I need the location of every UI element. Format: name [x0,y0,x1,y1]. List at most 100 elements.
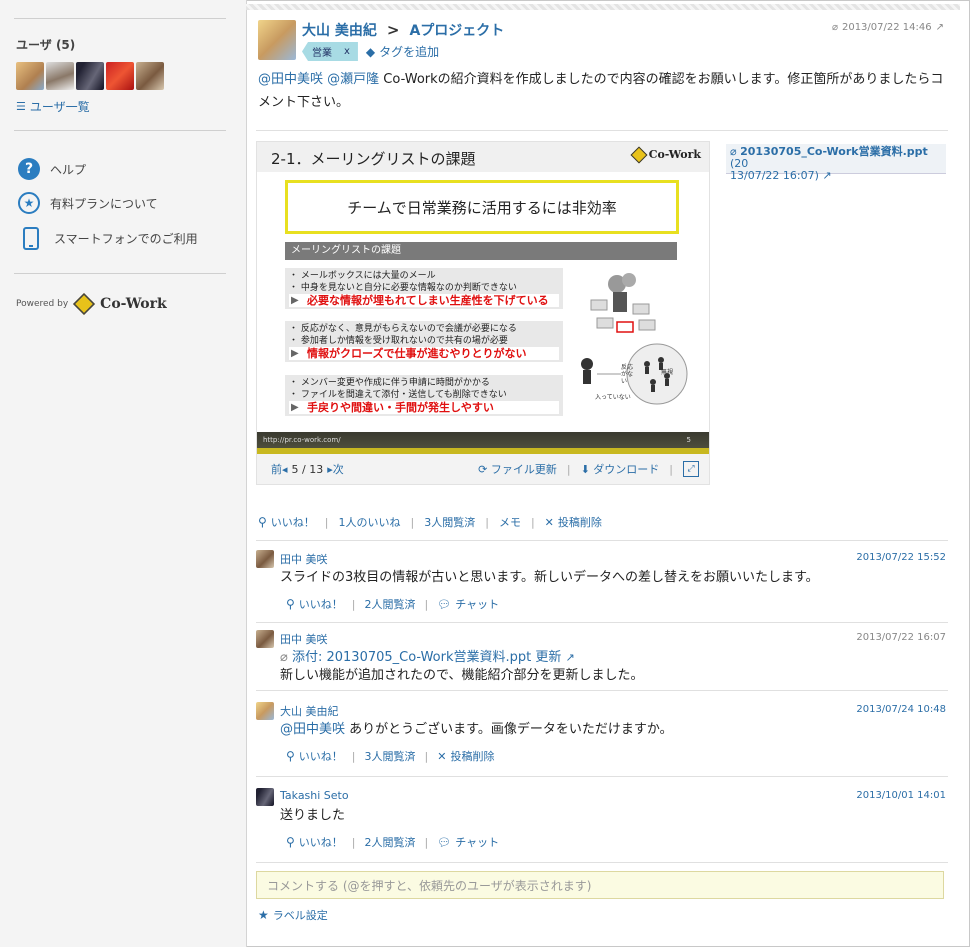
next-label: 次 [332,463,344,476]
comment-author[interactable]: 大山 美由紀 [280,703,339,719]
attachment-label: 添付: 20130705_Co-Work営業資料.ppt 更新 [291,650,562,665]
slide-image[interactable]: 2-1．メーリングリストの課題 Co-Work チームで日常業務に活用するには非… [257,142,709,454]
project-name[interactable]: Aプロジェクト [409,20,504,40]
file-update-label: ファイル更新 [490,463,557,476]
delete-post-button[interactable]: ✕ 投稿削除 [437,748,494,764]
delete-label: 投稿削除 [557,516,602,529]
avatar[interactable] [256,702,274,720]
slide-alert: 必要な情報が埋もれてしまい生産性を下げている [289,294,559,307]
slide-alert: 手戻りや間違い・手間が発生しやすい [289,401,559,414]
comment-date: 2013/07/22 16:07 [856,632,946,643]
comment-text: スライドの3枚目の情報が古いと思います。新しいデータへの差し替えをお願いいたしま… [280,570,819,585]
like-button[interactable]: ⚲ いいね！ [258,514,315,530]
triangle-left-icon: ◂ [282,463,288,476]
like-count-link[interactable]: 1人のいいね [339,514,401,530]
arrow-separator: > [386,21,400,39]
author-name[interactable]: 大山 美由紀 [302,20,377,40]
like-button[interactable]: ⚲ いいね！ [286,834,343,850]
sidebar-item-label: 有料プランについて [50,196,158,211]
tag-row: 営業 x ◆ タグを追加 [302,42,439,61]
separator: | [424,597,429,611]
read-count-link[interactable]: 3人閲覧済 [365,748,416,764]
user-list-link[interactable]: ☰ ユーザ一覧 [16,98,90,115]
slide-logo: Co-Work [630,146,701,163]
comment-author[interactable]: 田中 美咲 [280,551,328,567]
fullscreen-icon[interactable]: ⤢ [683,461,699,477]
slide-footer-page: 5 [686,436,691,444]
separator: | [530,515,535,529]
avatar[interactable] [256,550,274,568]
mention[interactable]: @田中美咲 [280,722,345,737]
like-button[interactable]: ⚲ いいね！ [286,596,343,612]
avatar[interactable] [106,62,134,90]
sidebar-item-help[interactable]: ? ヘルプ [18,158,86,180]
powered-by-label: Powered by [16,299,69,309]
sidebar-item-smartphone[interactable]: スマートフォンでのご利用 [18,227,198,250]
comment-actions: ⚲ いいね！ | 2人閲覧済 | 💬︎ チャット [286,596,499,612]
slide-block: ・ 反応がなく、意見がもらえないので会議が必要になる ・ 参加者しか情報を受け取… [285,321,563,362]
avatar[interactable] [16,62,44,90]
download-icon: ⬇ [580,463,590,476]
post-date-text: 2013/07/22 14:46 [841,22,932,33]
divider [14,273,226,274]
chat-label: チャット [455,598,500,611]
comment-input[interactable]: コメントする (@を押すと、依頼先のユーザが表示されます) [256,871,944,899]
separator: | [566,462,571,476]
co-work-logo-icon [630,146,648,163]
external-link-icon[interactable]: ↗ [936,22,944,33]
delete-post-button[interactable]: ✕ 投稿削除 [545,514,602,530]
tag-label: 営業 [312,48,332,59]
file-update-button[interactable]: ⟳ ファイル更新 [478,461,557,477]
like-button[interactable]: ⚲ いいね！ [286,748,343,764]
slide-bullet: ・ メールボックスには大量のメール [289,271,436,281]
sidebar-item-label: スマートフォンでのご利用 [54,232,198,246]
divider [256,130,948,131]
read-count-link[interactable]: 2人閲覧済 [365,834,416,850]
label-settings-button[interactable]: ★ ラベル設定 [258,907,328,923]
slide-footer-url: http://pr.co-work.com/ [263,436,341,444]
comment-attachment-link[interactable]: ⌀ 添付: 20130705_Co-Work営業資料.ppt 更新 ↗ [280,648,575,668]
author-avatar[interactable] [258,20,296,60]
like-label: いいね！ [270,516,315,529]
avatar[interactable] [136,62,164,90]
avatar[interactable] [76,62,104,90]
read-count-link[interactable]: 3人閲覧済 [424,514,475,530]
like-label: いいね！ [298,598,343,611]
prev-slide-button[interactable]: 前◂ [271,461,288,477]
like-label: いいね！ [298,750,343,763]
add-tag-label: タグを追加 [379,45,440,59]
user-list-label: ユーザ一覧 [29,100,90,114]
tag-remove-button[interactable]: x [344,46,350,57]
separator: | [324,515,329,529]
comment-date[interactable]: 2013/07/22 15:52 [856,552,946,563]
mention[interactable]: @瀬戸隆 [327,72,379,87]
like-label: いいね！ [298,836,343,849]
paperclip-icon: ⌀ [831,22,838,33]
memo-button[interactable]: メモ [499,514,521,530]
add-tag-button[interactable]: ◆ タグを追加 [366,43,439,60]
read-count-link[interactable]: 2人閲覧済 [365,596,416,612]
divider [256,622,948,623]
separator: | [351,749,356,763]
slide-viewer: 2-1．メーリングリストの課題 Co-Work チームで日常業務に活用するには非… [256,141,710,485]
download-button[interactable]: ⬇ ダウンロード [581,461,660,477]
download-label: ダウンロード [593,463,660,476]
sidebar-item-paid-plan[interactable]: ★ 有料プランについて [18,192,158,214]
comment-date[interactable]: 2013/10/01 14:01 [856,790,946,801]
comment-author[interactable]: 田中 美咲 [280,631,328,647]
comment-author[interactable]: Takashi Seto [280,789,349,802]
next-slide-button[interactable]: ▸次 [327,461,344,477]
slide-bullet: ・ 反応がなく、意見がもらえないので会議が必要になる [289,324,517,334]
comment: 田中 美咲 2013/07/22 16:07 ⌀ 添付: 20130705_Co… [256,630,946,690]
mention[interactable]: @田中美咲 [258,72,323,87]
user-avatars [16,62,164,90]
chat-button[interactable]: 💬︎ チャット [437,596,499,612]
comment-date[interactable]: 2013/07/24 10:48 [856,704,946,715]
avatar[interactable] [256,630,274,648]
attachment-link[interactable]: ⌀ 20130705_Co-Work営業資料.ppt (20 13/07/22 … [726,144,946,182]
avatar[interactable] [256,788,274,806]
chat-button[interactable]: 💬︎ チャット [437,834,499,850]
avatar[interactable] [46,62,74,90]
external-link-icon[interactable]: ↗ [822,169,831,182]
illus-label: 入っていない [595,394,631,401]
